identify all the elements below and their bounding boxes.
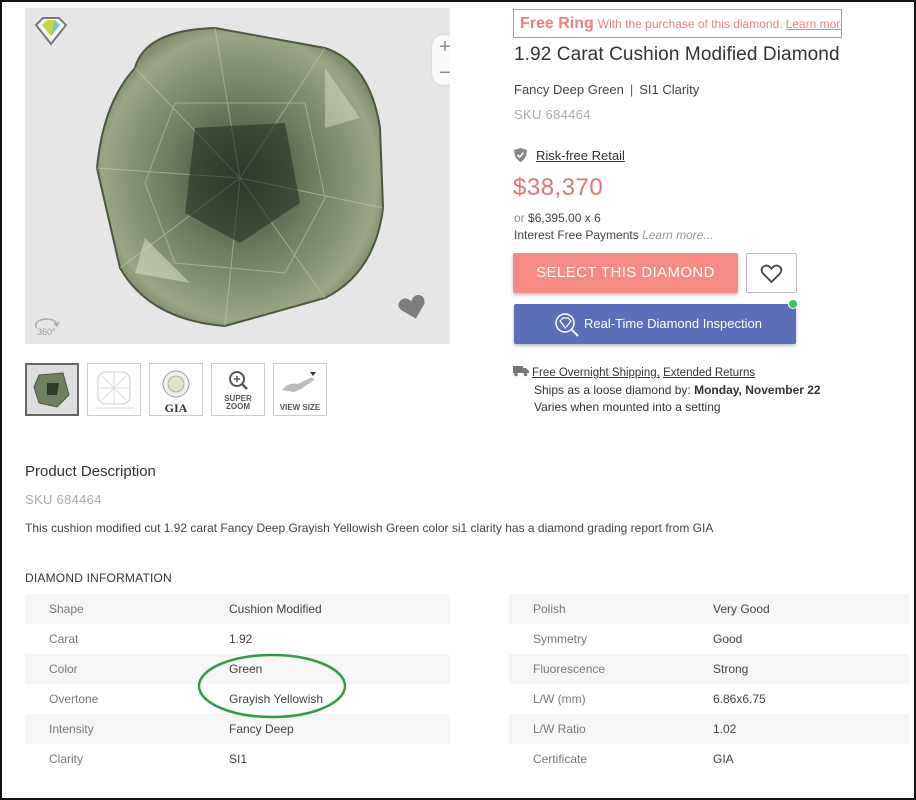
- thumbnail-view-size[interactable]: VIEW SIZE: [273, 363, 327, 416]
- super-zoom-caption: SUPER ZOOM: [224, 394, 252, 411]
- select-diamond-button[interactable]: SELECT THIS DIAMOND: [513, 253, 738, 293]
- inspection-button-label: Real-Time Diamond Inspection: [584, 316, 762, 331]
- ships-date: Monday, November 22: [694, 383, 821, 397]
- rotate-360-icon[interactable]: 360°: [32, 314, 60, 338]
- table-row: Intensity Fancy Deep: [25, 714, 450, 744]
- spec-label: L/W Ratio: [533, 722, 586, 736]
- ships-prefix: Ships as a loose diamond by:: [534, 383, 691, 397]
- financing-learn-more-link[interactable]: Learn more...: [642, 228, 713, 242]
- diamond-info-table-right: Polish Very Good Symmetry Good Fluoresce…: [509, 594, 909, 774]
- spec-value: SI1: [229, 752, 248, 766]
- diamond-information-title: DIAMOND INFORMATION: [25, 571, 172, 585]
- spec-value: Grayish Yellowish: [229, 692, 324, 706]
- spec-value: GIA: [713, 752, 734, 766]
- subtitle-separator: |: [629, 82, 634, 97]
- spec-label: Shape: [49, 602, 84, 616]
- spec-value: Strong: [713, 662, 749, 676]
- thumbnail-gia-certificate[interactable]: GIA: [149, 363, 203, 416]
- free-ring-promo: Free Ring With the purchase of this diamo…: [513, 9, 842, 38]
- color-grade: Fancy Deep Green: [514, 82, 624, 97]
- spec-label: Clarity: [49, 752, 84, 766]
- financing-amount: $6,395.00 x 6: [528, 211, 601, 225]
- spec-label: Fluorescence: [533, 662, 606, 676]
- promo-headline: Free Ring: [520, 15, 594, 32]
- risk-free-retail: Risk-free Retail: [514, 148, 625, 163]
- financing-info: or $6,395.00 x 6 Interest Free Payments …: [514, 210, 713, 244]
- spec-value: Cushion Modified: [229, 602, 322, 616]
- spec-value: Good: [713, 632, 743, 646]
- spec-label: L/W (mm): [533, 692, 586, 706]
- table-row: Certificate GIA: [509, 744, 909, 774]
- gia-certificate-icon: [162, 370, 190, 398]
- spec-label: Color: [49, 662, 78, 676]
- clarity-grade: SI1 Clarity: [639, 82, 700, 97]
- gia-caption: GIA: [164, 401, 188, 415]
- shipping-info: Free Overnight Shipping, Extended Return…: [513, 365, 821, 416]
- spec-value: Fancy Deep: [229, 722, 294, 736]
- real-time-inspection-button[interactable]: Real-Time Diamond Inspection: [514, 304, 796, 344]
- hand-icon: [282, 372, 316, 392]
- brand-logo-icon: [33, 16, 69, 46]
- table-row: Shape Cushion Modified: [25, 594, 450, 624]
- thumbnail-super-zoom[interactable]: SUPER ZOOM: [211, 363, 265, 416]
- spec-value: 1.02: [713, 722, 737, 736]
- zoom-control: + −: [431, 34, 450, 86]
- table-row: L/W Ratio 1.02: [509, 714, 909, 744]
- spec-value: 6.86x6.75: [713, 692, 766, 706]
- spec-label: Polish: [533, 602, 566, 616]
- truck-icon: [513, 366, 529, 377]
- spec-label: Intensity: [49, 722, 94, 736]
- spec-value: Green: [229, 662, 263, 676]
- financing-prefix: or: [514, 211, 525, 225]
- heart-outline-icon: [760, 264, 783, 284]
- diamond-diagram-icon: [94, 371, 134, 409]
- thumbnail-diamond-diagram[interactable]: [87, 363, 141, 416]
- extended-returns-link[interactable]: Extended Returns: [663, 367, 755, 379]
- free-shipping-link[interactable]: Free Overnight Shipping,: [532, 367, 660, 379]
- spec-label: Symmetry: [533, 632, 587, 646]
- table-row: Color Green: [25, 654, 450, 684]
- online-status-dot: [788, 299, 798, 309]
- diamond-magnifier-icon: [555, 313, 579, 337]
- wishlist-button[interactable]: [746, 253, 797, 293]
- description-sku: SKU 684464: [25, 492, 102, 507]
- shield-icon: [514, 148, 527, 162]
- financing-label: Interest Free Payments: [514, 228, 639, 242]
- table-row: Symmetry Good: [509, 624, 909, 654]
- spec-label: Certificate: [533, 752, 588, 766]
- spec-value: 1.92: [229, 632, 253, 646]
- table-row: Clarity SI1: [25, 744, 450, 774]
- diamond-photo: [95, 26, 385, 328]
- spec-label: Overtone: [49, 692, 99, 706]
- diamond-photo-icon: [27, 365, 77, 414]
- table-row: Overtone Grayish Yellowish: [25, 684, 450, 714]
- thumbnail-diamond-photo[interactable]: [25, 363, 79, 416]
- diamond-image-viewer[interactable]: + − 360°: [25, 8, 450, 344]
- zoom-out-button[interactable]: −: [432, 61, 450, 87]
- mounted-note: Varies when mounted into a setting: [534, 400, 721, 414]
- table-row: Carat 1.92: [25, 624, 450, 654]
- svg-text:360°: 360°: [37, 327, 56, 337]
- table-row: Polish Very Good: [509, 594, 909, 624]
- promo-learn-more-link[interactable]: Learn more.: [786, 17, 841, 31]
- product-title: 1.92 Carat Cushion Modified Diamond: [514, 44, 840, 65]
- product-description-title: Product Description: [25, 463, 156, 480]
- table-row: Fluorescence Strong: [509, 654, 909, 684]
- table-row: L/W (mm) 6.86x6.75: [509, 684, 909, 714]
- product-sku: SKU 684464: [514, 107, 591, 122]
- zoom-in-button[interactable]: +: [432, 35, 450, 61]
- spec-label: Carat: [49, 632, 79, 646]
- risk-free-retail-link[interactable]: Risk-free Retail: [536, 148, 625, 163]
- description-text: This cushion modified cut 1.92 carat Fan…: [25, 521, 714, 535]
- promo-text: With the purchase of this diamond.: [597, 17, 783, 31]
- diamond-info-table-left: Shape Cushion Modified Carat 1.92 Color …: [25, 594, 450, 774]
- heart-icon[interactable]: [398, 295, 428, 321]
- view-size-caption: VIEW SIZE: [279, 403, 321, 412]
- magnifier-icon: [229, 371, 248, 390]
- product-subtitle: Fancy Deep Green | SI1 Clarity: [514, 82, 699, 97]
- product-price: $38,370: [513, 174, 604, 201]
- spec-value: Very Good: [713, 602, 770, 616]
